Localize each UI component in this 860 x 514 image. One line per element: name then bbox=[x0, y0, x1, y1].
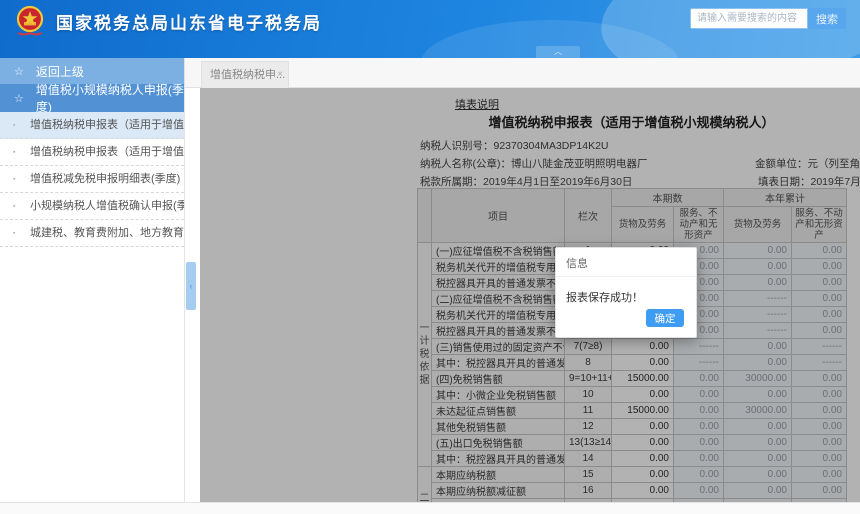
footer-bar bbox=[0, 502, 860, 514]
page: 国家税务总局山东省电子税务局 搜索 ︿ ☆ 返回上级 ☆ 增值税小规模纳税人申报… bbox=[0, 0, 860, 514]
sidebar-menu: ▪ 增值税纳税申报表（适用于增值税小规模... ▪ 增值税纳税申报表（适用于增值税小规… bbox=[0, 112, 184, 247]
modal-ok-button[interactable]: 确定 bbox=[646, 309, 684, 327]
bullet-icon: ▪ bbox=[13, 112, 15, 139]
app-header: 国家税务总局山东省电子税务局 搜索 bbox=[0, 0, 860, 58]
page-title: 国家税务总局山东省电子税务局 bbox=[56, 9, 322, 34]
search-button[interactable]: 搜索 bbox=[808, 8, 846, 29]
star-icon: ☆ bbox=[14, 92, 24, 105]
close-icon[interactable]: × bbox=[277, 62, 283, 88]
bullet-icon: ▪ bbox=[13, 139, 15, 166]
sidebar-menu-item[interactable]: ▪ 增值税减免税申报明细表(季度) bbox=[0, 166, 184, 193]
national-emblem-logo bbox=[14, 5, 46, 37]
sidebar-item-label: 城建税、教育费附加、地方教育附加税(... bbox=[30, 227, 184, 239]
sidebar-item-label: 小规模纳税人增值税确认申报(季度) bbox=[30, 200, 184, 212]
bullet-icon: ▪ bbox=[13, 166, 15, 193]
modal-overlay bbox=[200, 88, 860, 502]
sidebar-menu-item[interactable]: ▪ 增值税纳税申报表（适用于增值税小规模... bbox=[0, 112, 184, 139]
sidebar-menu-item[interactable]: ▪ 小规模纳税人增值税确认申报(季度) bbox=[0, 193, 184, 220]
sidebar-section-label: 增值税小规模纳税人申报(季度) bbox=[36, 81, 184, 115]
star-icon: ☆ bbox=[14, 65, 24, 78]
sidebar-collapse-handle[interactable]: ‹ bbox=[186, 262, 196, 310]
sidebar-menu-item[interactable]: ▪ 城建税、教育费附加、地方教育附加税(... bbox=[0, 220, 184, 247]
modal-title: 信息 bbox=[556, 248, 696, 277]
sidebar-back-label: 返回上级 bbox=[36, 63, 84, 80]
sidebar-menu-item[interactable]: ▪ 增值税纳税申报表（适用于增值税小规模... bbox=[0, 139, 184, 166]
sidebar-item-label: 增值税减免税申报明细表(季度) bbox=[30, 173, 180, 185]
sidebar: ☆ 返回上级 ☆ 增值税小规模纳税人申报(季度) ▪ 增值税纳税申报表（适用于增值… bbox=[0, 58, 185, 502]
tab-strip: 增值税纳税申... × bbox=[185, 58, 860, 88]
search-input[interactable] bbox=[690, 8, 808, 29]
modal-message: 报表保存成功！ bbox=[556, 277, 696, 305]
sidebar-item-label: 增值税纳税申报表（适用于增值税小规模... bbox=[30, 146, 184, 158]
sidebar-item-label: 增值税纳税申报表（适用于增值税小规模... bbox=[30, 119, 184, 131]
sidebar-section-header[interactable]: ☆ 增值税小规模纳税人申报(季度) bbox=[0, 84, 184, 112]
search-box: 搜索 bbox=[690, 8, 846, 29]
tab-label: 增值税纳税申... bbox=[210, 69, 285, 81]
tab-vat-return[interactable]: 增值税纳税申... × bbox=[201, 61, 289, 88]
collapse-up-button[interactable]: ︿ bbox=[536, 46, 580, 58]
main-content: 填表说明 增值税纳税申报表（适用于增值税小规模纳税人） 纳税人识别号：92370… bbox=[200, 88, 860, 502]
bullet-icon: ▪ bbox=[13, 193, 15, 220]
info-modal: 信息 报表保存成功！ 确定 bbox=[555, 247, 697, 338]
bullet-icon: ▪ bbox=[13, 220, 15, 247]
